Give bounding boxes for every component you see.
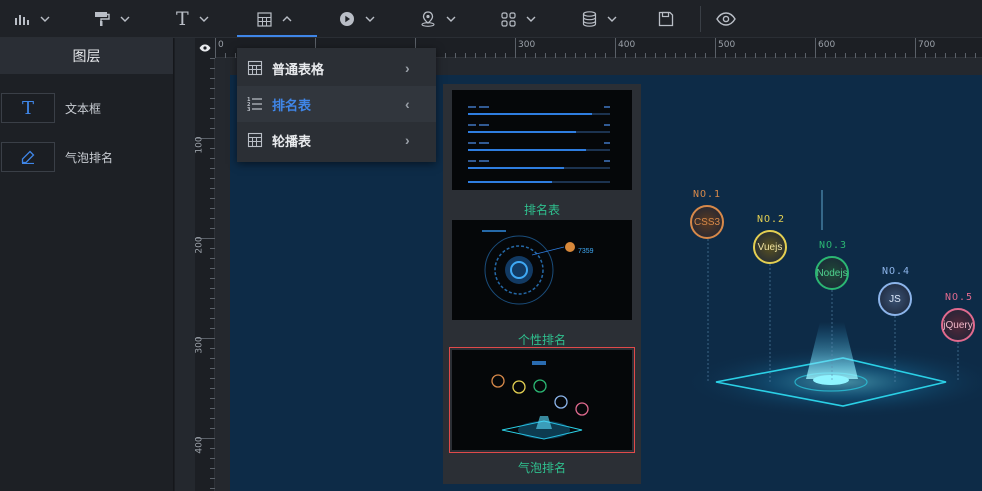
layer-item-label: 文本框 bbox=[65, 101, 102, 116]
bubble-item: Nodejs bbox=[815, 256, 849, 290]
ruler-label: 500 bbox=[718, 40, 736, 50]
rank-table-preview bbox=[468, 106, 610, 183]
chevron-right-icon: › bbox=[405, 132, 410, 148]
bubble-rank-widget[interactable]: NO.1 CSS3 NO.2 Vuejs NO.3 Nodejs NO.4 JS… bbox=[668, 160, 982, 420]
chevron-down-icon bbox=[365, 16, 375, 22]
ruler-visibility-toggle[interactable] bbox=[195, 38, 215, 58]
ruler-label: 0 bbox=[218, 40, 224, 50]
bubble-item: CSS3 bbox=[690, 205, 724, 239]
menu-item-rank-table[interactable]: 123 排名表 ‹ bbox=[237, 86, 436, 122]
svg-text:3: 3 bbox=[247, 107, 251, 112]
widgets-menu-button[interactable] bbox=[501, 0, 536, 38]
chevron-down-icon bbox=[607, 16, 617, 22]
media-play-icon bbox=[340, 12, 354, 26]
toolbar: T bbox=[0, 0, 982, 38]
chevron-down-icon bbox=[199, 16, 209, 22]
bubble-item: Vuejs bbox=[753, 230, 787, 264]
rank-label: NO.1 bbox=[693, 189, 722, 200]
toolbar-divider bbox=[700, 6, 701, 32]
menu-item-label: 普通表格 bbox=[272, 61, 325, 77]
layer-panel: 图层 T 文本框 气泡排名 bbox=[0, 38, 174, 491]
table-icon bbox=[247, 132, 263, 148]
ruler-label: 400 bbox=[194, 436, 205, 454]
decoration-menu-button[interactable] bbox=[94, 0, 130, 38]
eye-icon bbox=[199, 44, 211, 52]
preview-value: 7359 bbox=[578, 248, 594, 255]
save-button[interactable] bbox=[658, 0, 674, 38]
ranked-list-icon: 123 bbox=[247, 97, 262, 112]
layer-thumb bbox=[1, 142, 55, 172]
ruler-label: 100 bbox=[194, 136, 205, 154]
database-menu-button[interactable] bbox=[582, 0, 617, 38]
pen-icon bbox=[21, 150, 35, 164]
rank-label: NO.2 bbox=[757, 214, 786, 225]
bar-chart-icon bbox=[15, 15, 29, 25]
layer-item-bubble-rank[interactable]: 气泡排名 bbox=[0, 142, 174, 172]
chevron-down-icon bbox=[526, 16, 536, 22]
custom-rank-preview bbox=[482, 230, 575, 305]
rank-label: NO.3 bbox=[819, 240, 848, 251]
thumb-label: 气泡排名 bbox=[517, 461, 566, 475]
table-dropdown-menu: 普通表格 › 123 排名表 ‹ 轮播表 › bbox=[237, 48, 436, 162]
thumb-bubble-rank[interactable] bbox=[449, 347, 635, 453]
rank-label: NO.5 bbox=[945, 292, 974, 303]
save-icon bbox=[658, 11, 674, 27]
active-tab-indicator bbox=[237, 35, 317, 37]
table-icon bbox=[247, 60, 263, 76]
menu-item-carousel-table[interactable]: 轮播表 › bbox=[237, 122, 436, 158]
text-icon: T bbox=[176, 8, 189, 30]
ruler-left-ticks bbox=[195, 58, 215, 489]
thumb-label: 排名表 bbox=[523, 203, 560, 217]
ruler-label: 700 bbox=[918, 40, 936, 50]
bubble-item: JS bbox=[878, 282, 912, 316]
menu-item-label: 排名表 bbox=[272, 97, 312, 113]
rank-label: NO.4 bbox=[882, 266, 911, 277]
layer-thumb: T bbox=[1, 93, 55, 123]
rank-table-submenu: 排名表 7359 个性排名 气泡排名 bbox=[443, 84, 641, 484]
text-menu-button[interactable]: T bbox=[176, 0, 209, 38]
chevron-down-icon bbox=[120, 16, 130, 22]
layer-item-textbox[interactable]: T 文本框 bbox=[0, 93, 174, 123]
map-pin-icon bbox=[421, 11, 435, 27]
chevron-left-icon: ‹ bbox=[405, 96, 410, 112]
widgets-icon bbox=[501, 11, 516, 27]
paint-roller-icon bbox=[95, 12, 110, 26]
ruler-label: 600 bbox=[818, 40, 836, 50]
chevron-up-icon bbox=[282, 16, 292, 22]
menu-item-normal-table[interactable]: 普通表格 › bbox=[237, 50, 436, 86]
media-menu-button[interactable] bbox=[339, 0, 375, 38]
ruler-left[interactable]: 100 200 300 400 bbox=[195, 58, 215, 491]
bubble-item: jQuery bbox=[941, 308, 975, 342]
ruler-label: 200 bbox=[194, 236, 205, 254]
bubble-rank-preview bbox=[491, 361, 589, 440]
chart-menu-button[interactable] bbox=[14, 0, 50, 38]
table-icon bbox=[257, 11, 272, 27]
layer-panel-title: 图层 bbox=[0, 38, 173, 74]
layer-item-label: 气泡排名 bbox=[65, 150, 114, 165]
chevron-down-icon bbox=[40, 16, 50, 22]
ruler-label: 300 bbox=[194, 336, 205, 354]
table-menu-button[interactable] bbox=[257, 0, 292, 38]
ruler-label: 400 bbox=[618, 40, 636, 50]
thumb-label: 个性排名 bbox=[517, 333, 566, 347]
text-icon: T bbox=[21, 97, 34, 119]
thumb-custom-rank[interactable]: 7359 bbox=[452, 220, 632, 320]
thumb-rank-table[interactable] bbox=[452, 90, 632, 190]
eye-icon bbox=[716, 12, 736, 26]
map-menu-button[interactable] bbox=[420, 0, 456, 38]
ruler-label: 300 bbox=[518, 40, 536, 50]
preview-button[interactable] bbox=[716, 0, 736, 38]
menu-item-label: 轮播表 bbox=[272, 133, 312, 149]
chevron-down-icon bbox=[446, 16, 456, 22]
chevron-right-icon: › bbox=[405, 60, 410, 76]
database-icon bbox=[582, 11, 597, 27]
